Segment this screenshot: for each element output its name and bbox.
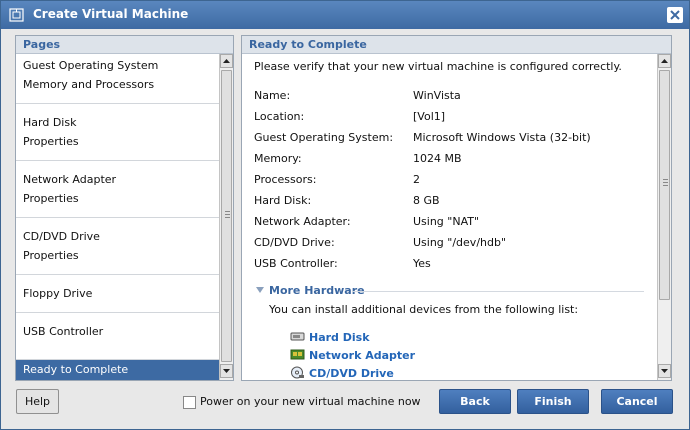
power-on-label[interactable]: Power on your new virtual machine now xyxy=(200,395,421,408)
close-button[interactable] xyxy=(667,7,683,23)
window-title: Create Virtual Machine xyxy=(33,7,189,21)
page-network-adapter[interactable]: Network Adapter Properties xyxy=(16,161,219,218)
scroll-up-button[interactable] xyxy=(658,54,671,68)
page-guest-os[interactable]: Guest Operating System Memory and Proces… xyxy=(16,54,219,104)
guest-os-label: Guest Operating System: xyxy=(254,131,394,144)
scroll-down-button[interactable] xyxy=(220,364,233,378)
up-arrow-icon xyxy=(661,59,668,63)
up-arrow-icon xyxy=(223,59,230,63)
network-adapter-value: Using "NAT" xyxy=(413,215,480,228)
pages-panel: Pages Guest Operating System Memory and … xyxy=(15,35,234,381)
processors-value: 2 xyxy=(413,173,420,186)
hard-disk-icon xyxy=(290,332,305,341)
page-floppy[interactable]: Floppy Drive xyxy=(16,275,219,313)
create-vm-window: Create Virtual Machine Pages Guest Opera… xyxy=(0,0,690,430)
network-card-icon xyxy=(290,349,305,360)
list-item: USB Controller xyxy=(23,325,104,338)
verify-text: Please verify that your new virtual mach… xyxy=(254,60,622,73)
scroll-thumb[interactable] xyxy=(659,70,670,300)
guest-os-value: Microsoft Windows Vista (32-bit) xyxy=(413,131,591,144)
memory-value: 1024 MB xyxy=(413,152,462,165)
collapse-triangle-icon xyxy=(256,287,264,293)
list-item: Hard Disk xyxy=(23,116,77,129)
vm-app-icon xyxy=(9,8,24,22)
page-usb[interactable]: USB Controller xyxy=(16,313,219,360)
cd-dvd-label: CD/DVD Drive: xyxy=(254,236,335,249)
hard-disk-link-label: Hard Disk xyxy=(309,331,370,344)
list-item: Network Adapter xyxy=(23,173,117,186)
add-hard-disk-link[interactable]: Hard Disk xyxy=(290,330,370,344)
add-network-adapter-link[interactable]: Network Adapter xyxy=(290,348,415,362)
title-bar[interactable]: Create Virtual Machine xyxy=(1,1,689,29)
hard-disk-label: Hard Disk: xyxy=(254,194,312,207)
scroll-thumb[interactable] xyxy=(221,70,232,362)
down-arrow-icon xyxy=(661,369,668,373)
summary-scrollbar[interactable] xyxy=(657,54,671,380)
name-label: Name: xyxy=(254,89,291,102)
list-item: Floppy Drive xyxy=(23,287,93,300)
pages-scrollbar[interactable] xyxy=(219,54,233,380)
summary-content: Please verify that your new virtual mach… xyxy=(242,54,657,380)
page-hard-disk[interactable]: Hard Disk Properties xyxy=(16,104,219,161)
list-item: CD/DVD Drive xyxy=(23,230,100,243)
down-arrow-icon xyxy=(223,369,230,373)
summary-panel: Ready to Complete Please verify that you… xyxy=(241,35,672,381)
location-value: [Vol1] xyxy=(413,110,446,123)
page-cd-dvd[interactable]: CD/DVD Drive Properties xyxy=(16,218,219,275)
list-item: Properties xyxy=(23,249,79,262)
power-on-checkbox[interactable] xyxy=(183,396,196,409)
help-button[interactable]: Help xyxy=(16,389,59,414)
finish-button[interactable]: Finish xyxy=(517,389,589,414)
list-item: Properties xyxy=(23,192,79,205)
cd-dvd-icon xyxy=(291,366,304,379)
list-item: Guest Operating System xyxy=(23,59,159,72)
add-cd-dvd-link[interactable]: CD/DVD Drive xyxy=(290,366,394,380)
usb-label: USB Controller: xyxy=(254,257,338,270)
usb-value: Yes xyxy=(413,257,431,270)
summary-header: Ready to Complete xyxy=(242,36,671,54)
page-ready[interactable]: Ready to Complete xyxy=(16,360,219,380)
section-divider xyxy=(352,291,644,292)
cd-dvd-link-label: CD/DVD Drive xyxy=(309,367,394,380)
more-hardware-toggle[interactable]: More Hardware xyxy=(256,284,365,297)
hard-disk-value: 8 GB xyxy=(413,194,440,207)
pages-list: Guest Operating System Memory and Proces… xyxy=(16,54,219,380)
list-item: Memory and Processors xyxy=(23,78,155,91)
name-value: WinVista xyxy=(413,89,461,102)
back-button[interactable]: Back xyxy=(439,389,511,414)
install-text: You can install additional devices from … xyxy=(269,303,579,316)
memory-label: Memory: xyxy=(254,152,302,165)
scroll-up-button[interactable] xyxy=(220,54,233,68)
network-adapter-label: Network Adapter: xyxy=(254,215,351,228)
list-item: Properties xyxy=(23,135,79,148)
network-adapter-link-label: Network Adapter xyxy=(309,349,416,362)
processors-label: Processors: xyxy=(254,173,317,186)
scroll-down-button[interactable] xyxy=(658,364,671,378)
pages-header: Pages xyxy=(16,36,233,54)
list-item: Ready to Complete xyxy=(23,363,129,376)
more-hardware-title: More Hardware xyxy=(269,284,365,297)
location-label: Location: xyxy=(254,110,305,123)
cd-dvd-value: Using "/dev/hdb" xyxy=(413,236,507,249)
close-icon xyxy=(670,10,680,20)
cancel-button[interactable]: Cancel xyxy=(601,389,673,414)
